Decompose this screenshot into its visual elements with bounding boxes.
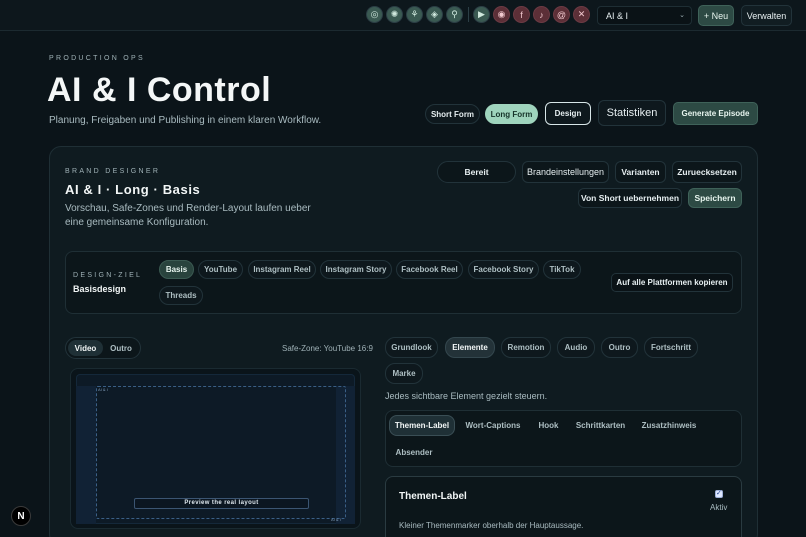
subtab-wort-captions[interactable]: Wort-Captions bbox=[460, 415, 526, 436]
toggle-outro[interactable]: Outro bbox=[104, 340, 138, 356]
tiktok-icon[interactable]: ♪ bbox=[533, 6, 550, 23]
divider bbox=[468, 7, 469, 22]
brand-settings-button[interactable]: Brandeinstellungen bbox=[522, 161, 609, 183]
chip-facebook-story[interactable]: Facebook Story bbox=[468, 260, 539, 279]
long-form-button[interactable]: Long Form bbox=[485, 104, 538, 124]
tab-remotion[interactable]: Remotion bbox=[501, 337, 551, 358]
chip-facebook-reel[interactable]: Facebook Reel bbox=[396, 260, 463, 279]
design-button[interactable]: Design bbox=[545, 102, 591, 125]
tab-marke[interactable]: Marke bbox=[385, 363, 423, 384]
page-subtitle: Planung, Freigaben und Publishing in ein… bbox=[49, 115, 322, 126]
card-title: Themen-Label bbox=[399, 491, 467, 502]
design-target-eyebrow: DESIGN-ZIEL bbox=[73, 272, 143, 279]
sun-icon[interactable]: ✺ bbox=[386, 6, 403, 23]
project-select[interactable]: AI & I ⌄ bbox=[597, 6, 692, 25]
reset-button[interactable]: Zuruecksetzen bbox=[672, 161, 742, 183]
design-target-value: Basisdesign bbox=[73, 284, 127, 294]
chip-threads[interactable]: Threads bbox=[159, 286, 203, 305]
database-icon[interactable]: ◎ bbox=[366, 6, 383, 23]
status-icon-row: ◎ ✺ ⚘ ◈ ⚲ ▶ ◉ f ♪ @ ✕ bbox=[366, 6, 593, 23]
tab-fortschritt[interactable]: Fortschritt bbox=[644, 337, 698, 358]
short-form-button[interactable]: Short Form bbox=[425, 104, 480, 124]
preview-caption: Preview the real layout bbox=[134, 498, 309, 509]
tab-grundlook[interactable]: Grundlook bbox=[385, 337, 438, 358]
chip-youtube[interactable]: YouTube bbox=[198, 260, 243, 279]
threads-icon[interactable]: @ bbox=[553, 6, 570, 23]
copy-all-platforms-button[interactable]: Auf alle Plattformen kopieren bbox=[611, 273, 733, 292]
elements-description: Jedes sichtbare Element gezielt steuern. bbox=[385, 391, 548, 401]
top-bar: ◎ ✺ ⚘ ◈ ⚲ ▶ ◉ f ♪ @ ✕ AI & I ⌄ + Neu Ver… bbox=[0, 0, 806, 31]
chevron-down-icon: ⌄ bbox=[679, 12, 685, 19]
designer-title: AI & I · Long · Basis bbox=[65, 182, 201, 197]
preview-edge-left bbox=[76, 386, 96, 524]
chip-tiktok[interactable]: TikTok bbox=[543, 260, 581, 279]
tab-audio[interactable]: Audio bbox=[557, 337, 595, 358]
ready-status[interactable]: Bereit bbox=[437, 161, 516, 183]
manage-button[interactable]: Verwalten bbox=[741, 5, 792, 26]
chip-basis[interactable]: Basis bbox=[159, 260, 194, 279]
hero-eyebrow: PRODUCTION OPS bbox=[49, 55, 145, 62]
active-label: Aktiv bbox=[710, 503, 728, 512]
active-checkbox[interactable] bbox=[715, 489, 723, 498]
tab-elemente[interactable]: Elemente bbox=[445, 337, 495, 358]
plant-icon[interactable]: ⚘ bbox=[406, 6, 423, 23]
save-button[interactable]: Speichern bbox=[688, 188, 742, 208]
variants-button[interactable]: Varianten bbox=[615, 161, 666, 183]
project-select-value: AI & I bbox=[606, 11, 629, 21]
safe-zone-label: Safe-Zone: YouTube 16:9 bbox=[282, 344, 373, 353]
card-description: Kleiner Themenmarker oberhalb der Haupta… bbox=[399, 521, 584, 530]
generate-episode-button[interactable]: Generate Episode bbox=[673, 102, 758, 125]
instagram-icon[interactable]: ◉ bbox=[493, 6, 510, 23]
chip-instagram-reel[interactable]: Instagram Reel bbox=[248, 260, 316, 279]
youtube-icon[interactable]: ▶ bbox=[473, 6, 490, 23]
next-logo-badge[interactable]: N bbox=[11, 506, 31, 526]
microphone-icon[interactable]: ⚲ bbox=[446, 6, 463, 23]
subtab-zusatzhinweis[interactable]: Zusatzhinweis bbox=[638, 415, 700, 436]
designer-eyebrow: BRAND DESIGNER bbox=[65, 168, 161, 175]
subtab-schrittkarten[interactable]: Schrittkarten bbox=[572, 415, 629, 436]
facebook-icon[interactable]: f bbox=[513, 6, 530, 23]
new-project-button[interactable]: + Neu bbox=[698, 5, 734, 26]
toggle-video[interactable]: Video bbox=[68, 340, 103, 356]
subtab-themen-label[interactable]: Themen-Label bbox=[389, 415, 455, 436]
preview-corner-tag: AI & I bbox=[98, 387, 108, 392]
preview-corner-tag-bottom: AI & I bbox=[331, 517, 341, 522]
from-short-button[interactable]: Von Short uebernehmen bbox=[578, 188, 682, 208]
x-icon[interactable]: ✕ bbox=[573, 6, 590, 23]
statistics-button[interactable]: Statistiken bbox=[598, 100, 666, 126]
designer-subtitle: Vorschau, Safe-Zones und Render-Layout l… bbox=[65, 203, 311, 228]
tab-outro[interactable]: Outro bbox=[601, 337, 638, 358]
subtab-absender[interactable]: Absender bbox=[389, 442, 439, 463]
broadcast-icon[interactable]: ◈ bbox=[426, 6, 443, 23]
chip-instagram-story[interactable]: Instagram Story bbox=[320, 260, 392, 279]
subtab-hook[interactable]: Hook bbox=[532, 415, 565, 436]
page-title: AI & I Control bbox=[47, 71, 272, 109]
